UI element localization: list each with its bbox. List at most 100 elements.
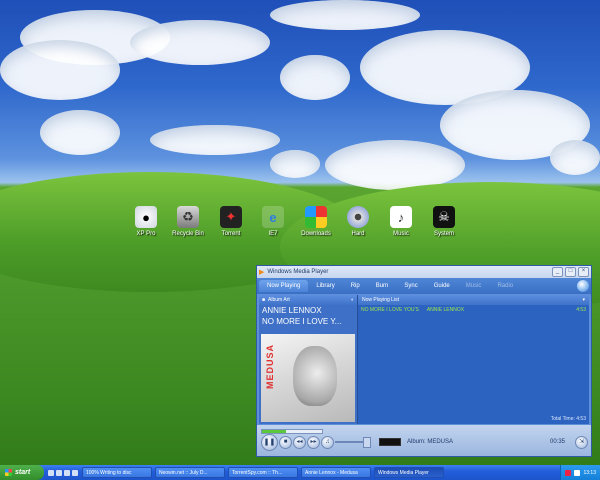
cube-icon bbox=[305, 206, 327, 228]
volume-knob[interactable] bbox=[363, 437, 371, 448]
previous-button[interactable]: ◂◂ bbox=[293, 436, 306, 449]
enhancements-icon[interactable]: ◐ bbox=[351, 297, 354, 303]
internet-explorer-icon: e bbox=[262, 206, 284, 228]
cloud bbox=[280, 55, 350, 100]
cloud bbox=[40, 110, 120, 155]
cloud bbox=[270, 150, 320, 178]
quick-launch-icon[interactable] bbox=[56, 469, 62, 476]
title-bar[interactable]: ▶ Windows Media Player _ □ × bbox=[257, 266, 591, 278]
desktop-icon-recycle-bin[interactable]: ♻ Recycle Bin bbox=[167, 206, 209, 237]
playlist-row[interactable]: NO MORE I LOVE YOU'S ANNIE LENNOX 4:53 bbox=[358, 305, 589, 315]
desktop-icon-music[interactable]: ♪ Music bbox=[380, 206, 422, 237]
desktop-icon-hard[interactable]: Hard bbox=[337, 206, 379, 237]
album-art-image: MEDUSA bbox=[261, 334, 355, 422]
quick-launch-icon[interactable] bbox=[72, 469, 78, 476]
pirate-flag-icon: ☠ bbox=[433, 206, 455, 228]
taskbar-item[interactable]: TorrentSpy.com :: Th... bbox=[228, 467, 298, 478]
chevron-down-icon[interactable]: ▾ bbox=[582, 297, 585, 303]
music-file-icon: ♪ bbox=[390, 206, 412, 228]
desktop-icon-ie7[interactable]: e IE7 bbox=[252, 206, 294, 237]
song-title-truncated: NO MORE I LOVE Y... bbox=[262, 317, 342, 326]
cloud bbox=[550, 140, 600, 175]
cloud bbox=[270, 0, 420, 30]
artist-name: ANNIE LENNOX bbox=[262, 306, 322, 315]
elapsed-time: 00:35 bbox=[549, 438, 565, 445]
next-button[interactable]: ▸▸ bbox=[307, 436, 320, 449]
album-art-header-label: Album Art bbox=[268, 297, 290, 303]
desktop-icon-xp-pro[interactable]: ● XP Pro bbox=[125, 206, 167, 237]
clock[interactable]: 13:13 bbox=[583, 470, 596, 476]
cloud bbox=[150, 125, 280, 155]
media-player-icon: ▶ bbox=[259, 269, 265, 276]
taskbar: start 100% Writing to disc Neowin.net ::… bbox=[0, 465, 600, 480]
disc-icon bbox=[347, 206, 369, 228]
volume-slider[interactable] bbox=[335, 441, 365, 443]
window-title: Windows Media Player bbox=[267, 269, 329, 275]
cloud bbox=[130, 20, 270, 65]
start-label: start bbox=[15, 469, 31, 476]
desktop-icon-label: Recycle Bin bbox=[172, 231, 204, 237]
total-time: Total Time: 4:53 bbox=[550, 416, 586, 422]
tab-rip[interactable]: Rip bbox=[343, 280, 368, 292]
desktop-icon-label: IE7 bbox=[268, 231, 278, 237]
stop-button[interactable]: ■ bbox=[279, 436, 292, 449]
taskbar-item[interactable]: 100% Writing to disc bbox=[82, 467, 152, 478]
tab-guide[interactable]: Guide bbox=[426, 280, 458, 292]
tab-sync[interactable]: Sync bbox=[396, 280, 425, 292]
start-button[interactable]: start bbox=[0, 465, 44, 480]
tray-icon[interactable] bbox=[574, 469, 581, 476]
album-art-title: MEDUSA bbox=[265, 344, 275, 390]
transport-controls: ❚❚ ■ ◂◂ ▸▸ ♫ Album: MEDUSA 00:35 ⇲ bbox=[257, 425, 591, 456]
tab-burn[interactable]: Burn bbox=[368, 280, 397, 292]
desktop-icon-downloads[interactable]: Downloads bbox=[295, 206, 337, 237]
close-button[interactable]: × bbox=[578, 267, 589, 277]
track-artist: ANNIE LENNOX bbox=[426, 307, 465, 313]
tab-bar: Now Playing Library Rip Burn Sync Guide … bbox=[257, 278, 591, 294]
desktop-icon-label: XP Pro bbox=[136, 231, 156, 237]
desktop-icon-label: Torrent bbox=[221, 231, 241, 237]
media-player-window: ▶ Windows Media Player _ □ × Now Playing… bbox=[256, 265, 592, 457]
xp-pro-icon: ● bbox=[135, 206, 157, 228]
pause-button[interactable]: ❚❚ bbox=[261, 434, 278, 451]
mute-button[interactable]: ♫ bbox=[321, 436, 334, 449]
now-playing-list-header[interactable]: Now Playing List ▾ bbox=[358, 295, 589, 305]
album-art-header: ■ Album Art ◐ bbox=[259, 295, 357, 305]
tab-now-playing[interactable]: Now Playing bbox=[259, 280, 309, 292]
windows-flag-icon bbox=[5, 469, 12, 476]
status-bar: Album: MEDUSA 00:35 bbox=[379, 435, 569, 448]
tray-icon[interactable] bbox=[565, 469, 572, 476]
quick-launch bbox=[48, 469, 78, 476]
desktop-icon-torrent[interactable]: ✦ Torrent bbox=[210, 206, 252, 237]
taskbar-item[interactable]: Neowin.net :: July D... bbox=[155, 467, 225, 478]
desktop-icon-label: Music bbox=[393, 231, 409, 237]
cloud bbox=[0, 40, 120, 100]
visualizer-bars-icon bbox=[379, 437, 401, 446]
taskbar-item-active[interactable]: Windows Media Player bbox=[374, 467, 444, 478]
album-art-portrait bbox=[293, 346, 337, 406]
tab-radio[interactable]: Radio bbox=[489, 280, 521, 292]
minimize-button[interactable]: _ bbox=[552, 267, 563, 277]
desktop-icon-label: System bbox=[433, 231, 454, 237]
quick-launch-icon[interactable] bbox=[64, 469, 70, 476]
desktop-icon-label: Hard bbox=[351, 231, 365, 237]
desktop-icon-label: Downloads bbox=[301, 231, 331, 237]
seek-progress bbox=[262, 430, 286, 433]
desktop-icon-system[interactable]: ☠ System bbox=[423, 206, 465, 237]
player-body: ■ Album Art ◐ ANNIE LENNOX NO MORE I LOV… bbox=[259, 295, 589, 424]
taskbar-item[interactable]: Annie Lennox - Medusa bbox=[301, 467, 371, 478]
cloud bbox=[325, 140, 465, 190]
user-orb-icon[interactable] bbox=[577, 280, 589, 292]
list-header-label: Now Playing List bbox=[362, 297, 399, 303]
tab-library[interactable]: Library bbox=[308, 280, 342, 292]
recycle-bin-icon: ♻ bbox=[177, 206, 199, 228]
now-playing-list-pane: Now Playing List ▾ NO MORE I LOVE YOU'S … bbox=[358, 295, 589, 424]
transformers-icon: ✦ bbox=[220, 206, 242, 228]
quick-launch-icon[interactable] bbox=[48, 469, 54, 476]
system-tray: 13:13 bbox=[560, 465, 600, 480]
track-title: NO MORE I LOVE YOU'S bbox=[361, 307, 419, 313]
switch-to-skin-button[interactable]: ⇲ bbox=[575, 436, 588, 449]
tab-music[interactable]: Music bbox=[458, 280, 490, 292]
album-art-pane: ■ Album Art ◐ ANNIE LENNOX NO MORE I LOV… bbox=[259, 295, 358, 424]
maximize-button[interactable]: □ bbox=[565, 267, 576, 277]
status-album: Album: MEDUSA bbox=[407, 438, 454, 445]
